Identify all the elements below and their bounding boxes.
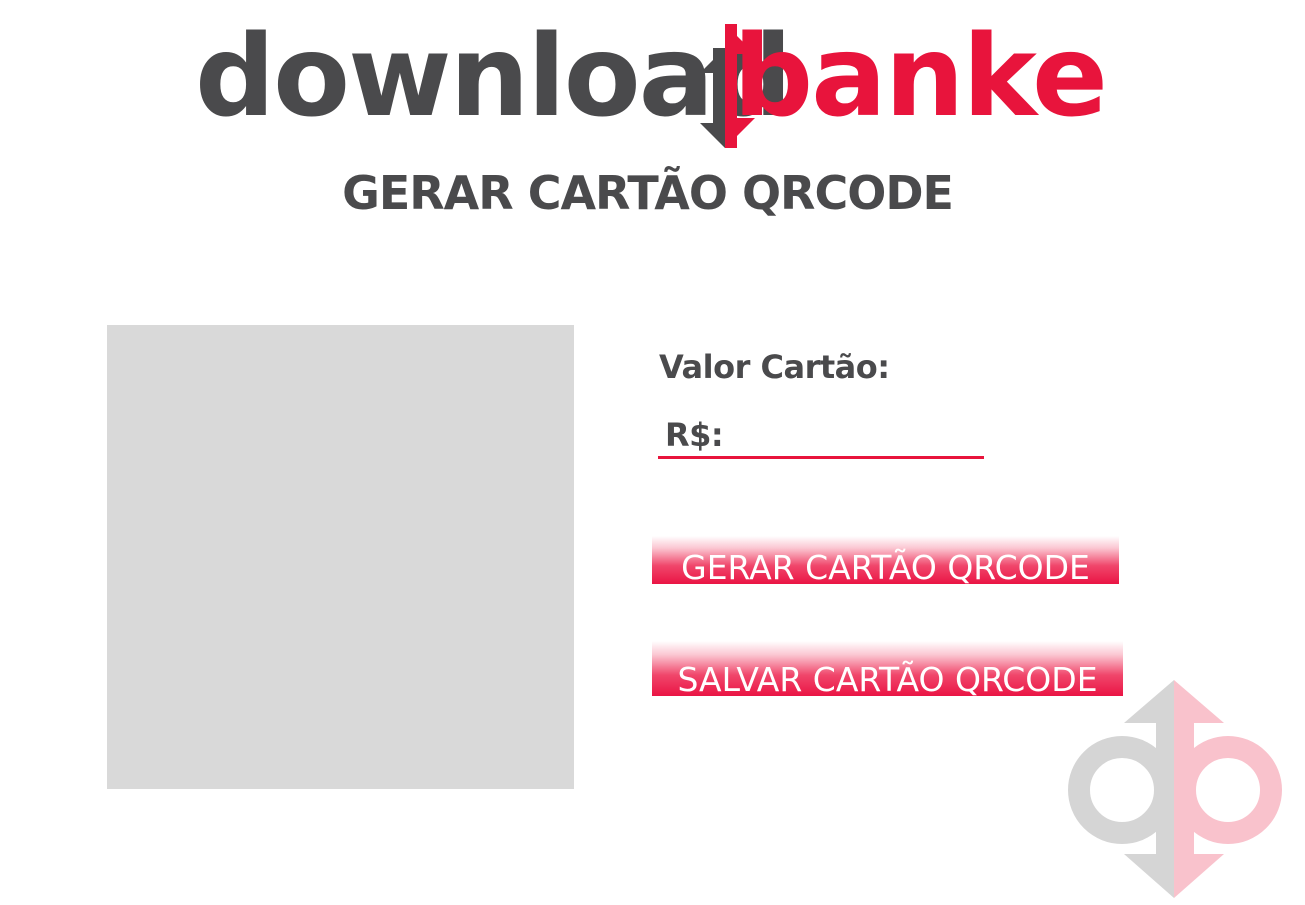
qrcode-preview [107,325,574,789]
page-title: GERAR CARTÃO QRCODE [342,166,954,220]
generate-qrcode-button[interactable]: GERAR CARTÃO QRCODE [652,536,1119,584]
page: download banker GERAR CARTÃO QRCODE Valo… [0,0,1305,905]
generate-qrcode-button-label: GERAR CARTÃO QRCODE [681,548,1090,587]
card-value-field: R$: [658,414,1085,459]
card-value-input[interactable] [723,414,1085,456]
logo-text-banker: banker [733,18,1110,142]
currency-prefix: R$: [665,416,724,454]
save-qrcode-button-label: SALVAR CARTÃO QRCODE [677,660,1098,699]
watermark-logo-icon [1064,678,1286,900]
save-qrcode-button[interactable]: SALVAR CARTÃO QRCODE [652,641,1123,696]
brand-logo: download banker [195,18,1110,153]
card-value-label: Valor Cartão: [659,348,890,386]
